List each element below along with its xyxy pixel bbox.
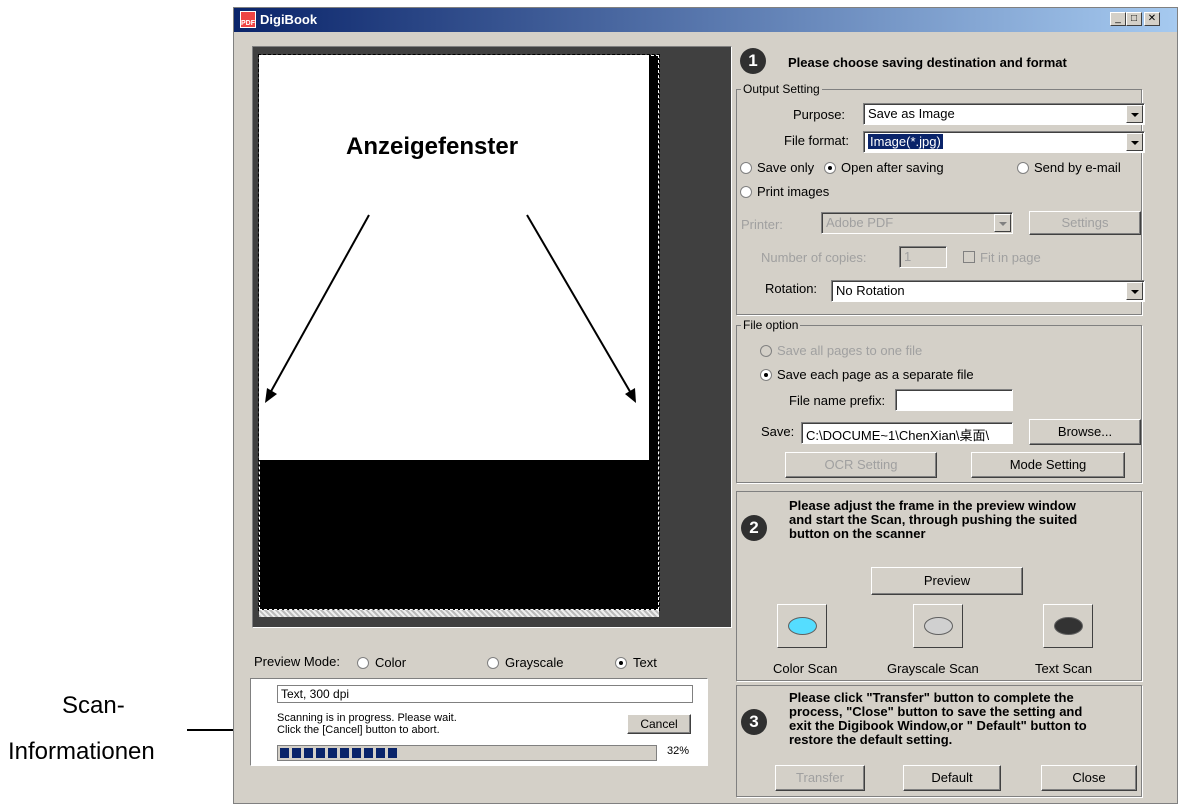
text-scan-button[interactable]: [1043, 604, 1093, 648]
step3-number: 3: [741, 709, 767, 735]
title-bar: PDF DigiBook _ □ ✕: [234, 8, 1177, 32]
file-name-prefix-label: File name prefix:: [789, 393, 886, 408]
viewer-callout-arrows: [265, 214, 636, 403]
scan-status-line1: Scanning is in progress. Please wait.: [277, 712, 457, 724]
scan-status-box: Text, 300 dpi Scanning is in progress. P…: [250, 678, 708, 766]
purpose-label: Purpose:: [793, 107, 846, 122]
scan-info-callout-line1: Scan-: [62, 692, 125, 719]
chevron-down-icon[interactable]: [1126, 105, 1143, 123]
open-after-saving-radio[interactable]: [824, 162, 836, 174]
scan-progress-bar: [277, 745, 657, 761]
preview-hatch: [259, 610, 659, 617]
file-format-select[interactable]: Image(*.jpg): [863, 131, 1145, 153]
file-format-value: Image(*.jpg): [868, 134, 943, 149]
step3-heading-line4: restore the default setting.: [789, 732, 953, 747]
file-name-prefix-input[interactable]: [895, 389, 1013, 411]
step3-heading-line3: exit the Digibook Window,or " Default" b…: [789, 718, 1087, 733]
scan-info-callout-line2: Informationen: [8, 738, 155, 765]
preview-mode-label: Preview Mode:: [254, 654, 340, 669]
save-all-pages-radio[interactable]: [760, 345, 772, 357]
scan-progress-text: 32%: [667, 745, 690, 757]
color-scan-icon: [788, 617, 817, 635]
minimize-button[interactable]: _: [1110, 12, 1126, 26]
print-images-radio[interactable]: [740, 186, 752, 198]
maximize-button[interactable]: □: [1126, 12, 1142, 26]
step2-heading-line2: and start the Scan, through pushing the …: [789, 512, 1078, 527]
send-by-email-radio[interactable]: [1017, 162, 1029, 174]
grayscale-scan-label: Grayscale Scan: [887, 661, 979, 676]
scan-info-field: Text, 300 dpi: [277, 685, 693, 703]
rotation-value: No Rotation: [836, 283, 905, 298]
save-separate-radio[interactable]: [760, 369, 772, 381]
printer-select[interactable]: Adobe PDF: [821, 212, 1013, 234]
step3-heading-line2: process, "Close" button to save the sett…: [789, 704, 1083, 719]
save-separate-label[interactable]: Save each page as a separate file: [777, 367, 974, 382]
output-setting-group: Output Setting Purpose: Save as Image Fi…: [736, 82, 1145, 315]
scan-status-line2: Click the [Cancel] button to abort.: [277, 724, 440, 736]
chevron-down-icon[interactable]: [1126, 133, 1143, 151]
preview-mode-grayscale-radio[interactable]: [487, 657, 499, 669]
digibook-window: PDF DigiBook _ □ ✕ Anzeigefenster Previe…: [233, 7, 1178, 804]
cancel-scan-button[interactable]: Cancel: [627, 714, 691, 734]
save-path-label: Save:: [761, 424, 795, 439]
save-only-radio[interactable]: [740, 162, 752, 174]
color-scan-button[interactable]: [777, 604, 827, 648]
chevron-down-icon[interactable]: [994, 214, 1011, 232]
step3-heading-line1: Please click "Transfer" button to comple…: [789, 690, 1074, 705]
default-button[interactable]: Default: [903, 765, 1001, 791]
file-option-label: File option: [741, 318, 801, 332]
printer-value: Adobe PDF: [826, 215, 894, 230]
output-setting-label: Output Setting: [741, 82, 822, 96]
purpose-select[interactable]: Save as Image: [863, 103, 1145, 125]
rotation-select[interactable]: No Rotation: [831, 280, 1145, 302]
preview-mode-text-label[interactable]: Text: [633, 655, 657, 670]
preview-mode-color-radio[interactable]: [357, 657, 369, 669]
save-all-pages-label[interactable]: Save all pages to one file: [777, 343, 922, 358]
preview-pane[interactable]: Anzeigefenster: [252, 46, 732, 628]
grayscale-scan-button[interactable]: [913, 604, 963, 648]
print-images-label[interactable]: Print images: [757, 184, 829, 199]
text-scan-label: Text Scan: [1035, 661, 1093, 676]
copies-input[interactable]: 1: [899, 246, 947, 268]
file-format-label: File format:: [784, 133, 850, 148]
copies-label: Number of copies:: [761, 250, 867, 265]
color-scan-label: Color Scan: [773, 661, 838, 676]
ocr-setting-button[interactable]: OCR Setting: [785, 452, 937, 478]
preview-mode-text-radio[interactable]: [615, 657, 627, 669]
open-after-saving-label[interactable]: Open after saving: [841, 160, 944, 175]
text-scan-icon: [1054, 617, 1083, 635]
app-icon: PDF: [240, 11, 256, 28]
preview-page: Anzeigefenster: [258, 54, 660, 617]
save-only-label[interactable]: Save only: [757, 160, 814, 175]
rotation-label: Rotation:: [765, 281, 818, 296]
preview-mode-color-label[interactable]: Color: [375, 655, 406, 670]
transfer-button[interactable]: Transfer: [775, 765, 865, 791]
fit-in-page-label[interactable]: Fit in page: [980, 250, 1041, 265]
browse-button[interactable]: Browse...: [1029, 419, 1141, 445]
step2-number: 2: [741, 515, 767, 541]
step2-panel: 2 Please adjust the frame in the preview…: [736, 491, 1142, 681]
preview-mode-grayscale-label[interactable]: Grayscale: [505, 655, 564, 670]
step3-panel: 3 Please click "Transfer" button to comp…: [736, 685, 1142, 797]
mode-setting-button[interactable]: Mode Setting: [971, 452, 1125, 478]
save-path-input[interactable]: C:\DOCUME~1\ChenXian\桌面\: [801, 422, 1013, 444]
chevron-down-icon[interactable]: [1126, 282, 1143, 300]
window-title: DigiBook: [260, 12, 318, 27]
step2-heading-line3: button on the scanner: [789, 526, 926, 541]
step1-heading: Please choose saving destination and for…: [788, 55, 1067, 70]
fit-in-page-checkbox[interactable]: [963, 251, 975, 263]
file-option-group: File option Save all pages to one file S…: [736, 318, 1142, 483]
step2-heading-line1: Please adjust the frame in the preview w…: [789, 498, 1076, 513]
printer-settings-button[interactable]: Settings: [1029, 211, 1141, 235]
preview-button[interactable]: Preview: [871, 567, 1023, 595]
step1-number: 1: [740, 48, 766, 74]
grayscale-scan-icon: [924, 617, 953, 635]
close-button[interactable]: Close: [1041, 765, 1137, 791]
scan-progress-fill: [280, 748, 400, 758]
purpose-value: Save as Image: [868, 106, 955, 121]
printer-label: Printer:: [741, 217, 783, 232]
close-window-button[interactable]: ✕: [1144, 12, 1160, 26]
send-by-email-label[interactable]: Send by e-mail: [1034, 160, 1121, 175]
